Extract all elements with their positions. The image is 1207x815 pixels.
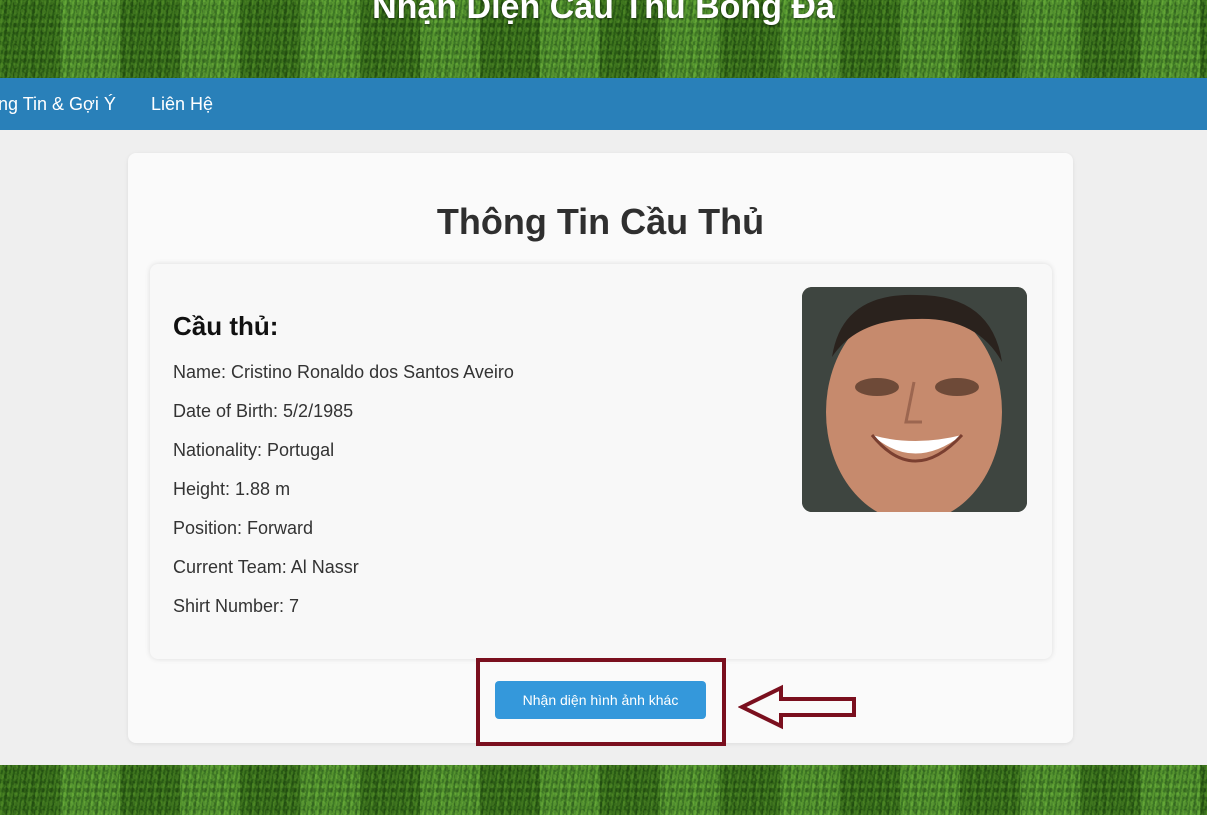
player-info-card: Thông Tin Cầu Thủ Cầu thủ: Name: Cristin… xyxy=(128,153,1073,743)
player-shirt-number: Shirt Number: 7 xyxy=(173,596,300,616)
player-nationality: Nationality: Portugal xyxy=(173,440,335,460)
player-details-box: Cầu thủ: Name: Cristino Ronaldo dos Sant… xyxy=(150,264,1052,659)
player-name: Name: Cristino Ronaldo dos Santos Aveiro xyxy=(173,362,514,382)
navbar: ng Tin & Gợi Ý Liên Hệ xyxy=(0,78,1207,130)
site-title: Nhận Diện Cầu Thủ Bóng Đá xyxy=(372,0,835,26)
card-title: Thông Tin Cầu Thủ xyxy=(436,201,765,242)
annotation-arrow-icon xyxy=(738,684,856,730)
site-header: Nhận Diện Cầu Thủ Bóng Đá xyxy=(0,0,1207,78)
player-height: Height: 1.88 m xyxy=(173,479,291,499)
player-birth-date: Date of Birth: 5/2/1985 xyxy=(173,401,354,421)
player-current-team: Current Team: Al Nassr xyxy=(173,557,359,577)
player-heading: Cầu thủ: xyxy=(173,311,279,341)
annotation-highlight-box xyxy=(476,658,726,746)
player-position: Position: Forward xyxy=(173,518,314,538)
player-photo xyxy=(802,287,1027,512)
nav-item-info-suggestions[interactable]: ng Tin & Gợi Ý xyxy=(0,78,116,130)
site-footer xyxy=(0,765,1207,815)
nav-item-contact[interactable]: Liên Hệ xyxy=(151,78,213,130)
player-face-image xyxy=(802,287,1027,512)
